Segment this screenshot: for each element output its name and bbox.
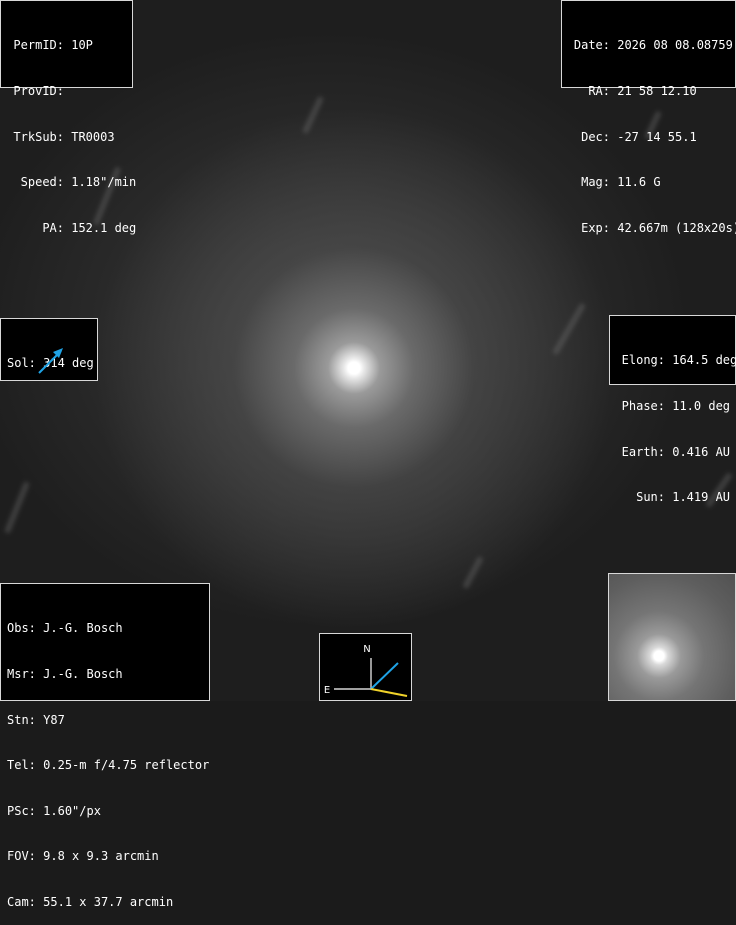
prov-id-row: ProvID: <box>7 84 126 99</box>
msr-row: Msr: J.-G. Bosch <box>7 667 203 682</box>
tel-value: 0.25-m f/4.75 reflector <box>43 758 210 773</box>
geometry-panel: Elong: 164.5 deg Phase: 11.0 deg Earth: … <box>609 315 736 504</box>
mag-value: 11.6 G <box>617 175 661 190</box>
stn-value: Y87 <box>43 712 65 727</box>
elong-value: 164.5 deg <box>672 353 736 368</box>
star-trail <box>3 480 31 535</box>
fov-label: FOV: <box>7 849 36 864</box>
star-trail <box>462 555 484 590</box>
phase-value: 11.0 deg <box>672 399 731 414</box>
cam-value: 55.1 x 37.7 arcmin <box>43 895 174 910</box>
perm-id-label: PermID: <box>13 38 64 53</box>
solar-direction-panel: Sol: 314 deg <box>0 318 98 381</box>
phase-label: Phase: <box>621 399 665 414</box>
fov-row: FOV: 9.8 x 9.3 arcmin <box>7 849 203 864</box>
sun-value: 1.419 AU <box>672 490 731 505</box>
dec-row: Dec: -27 14 55.1 <box>568 130 729 145</box>
mag-label: Mag: <box>581 175 610 190</box>
speed-label: Speed: <box>20 175 64 190</box>
exp-value: 42.667m (128x20s) <box>617 220 736 235</box>
compass-sun-vector <box>370 688 408 697</box>
trk-sub-label: TrkSub: <box>13 129 64 144</box>
compass-north-label: N <box>363 644 370 655</box>
compass-motion-vector <box>370 662 399 690</box>
date-row: Date: 2026 08 08.08759 <box>568 38 733 53</box>
target-info-panel: PermID: 10P ProvID: TrkSub: TR0003 Speed… <box>0 0 136 235</box>
exp-label: Exp: <box>581 220 610 235</box>
speed-row: Speed: 1.18"/min <box>7 175 137 190</box>
star-trail <box>551 302 587 356</box>
stn-label: Stn: <box>7 712 36 727</box>
mag-row: Mag: 11.6 G <box>568 175 729 190</box>
pa-row: PA: 152.1 deg <box>7 220 136 236</box>
cam-row: Cam: 55.1 x 37.7 arcmin <box>7 895 203 910</box>
solar-arrow-icon <box>38 348 63 374</box>
trk-sub-row: TrkSub: TR0003 <box>7 130 126 145</box>
compass-panel: N E <box>319 633 412 701</box>
ra-value: 21 58 12.10 <box>617 84 697 99</box>
date-label: Date: <box>573 38 610 53</box>
psc-row: PSc: 1.60"/px <box>7 804 203 819</box>
cam-label: Cam: <box>7 895 36 910</box>
tel-label: Tel: <box>7 758 36 773</box>
fov-value: 9.8 x 9.3 arcmin <box>43 849 159 864</box>
perm-id-value: 10P <box>71 38 93 53</box>
earth-label: Earth: <box>621 444 665 459</box>
msr-label: Msr: <box>7 667 36 682</box>
compass-icon: N E <box>324 644 408 697</box>
sun-label: Sun: <box>636 490 665 505</box>
star-trail <box>301 95 325 135</box>
dec-value: -27 14 55.1 <box>617 129 697 144</box>
sun-row: Sun: 1.419 AU <box>616 490 731 505</box>
psc-label: PSc: <box>7 803 36 818</box>
obs-row: Obs: J.-G. Bosch <box>7 621 203 636</box>
earth-row: Earth: 0.416 AU <box>616 444 731 460</box>
phase-row: Phase: 11.0 deg <box>616 399 731 414</box>
obs-value: J.-G. Bosch <box>43 621 123 636</box>
date-value: 2026 08 08.08759 <box>617 38 733 53</box>
perm-id-row: PermID: 10P <box>7 38 126 53</box>
ra-label: RA: <box>588 84 610 99</box>
ra-row: RA: 21 58 12.10 <box>568 84 729 99</box>
earth-value: 0.416 AU <box>672 444 731 459</box>
exp-row: Exp: 42.667m (128x20s) <box>568 220 736 236</box>
obs-label: Obs: <box>7 621 36 636</box>
dec-label: Dec: <box>581 129 610 144</box>
stn-row: Stn: Y87 <box>7 713 203 728</box>
elong-row: Elong: 164.5 deg <box>616 353 736 368</box>
prov-id-label: ProvID: <box>13 84 64 99</box>
observation-info-panel: Date: 2026 08 08.08759 RA: 21 58 12.10 D… <box>561 0 736 235</box>
tel-row: Tel: 0.25-m f/4.75 reflector <box>7 758 209 773</box>
compass-east-label: E <box>324 685 330 696</box>
psc-value: 1.60"/px <box>43 803 101 818</box>
pa-label: PA: <box>42 220 64 235</box>
speed-value: 1.18"/min <box>71 175 137 190</box>
pa-value: 152.1 deg <box>71 220 137 235</box>
thumbnail-image <box>608 573 736 701</box>
msr-value: J.-G. Bosch <box>43 667 123 682</box>
station-info-panel: Obs: J.-G. Bosch Msr: J.-G. Bosch Stn: Y… <box>0 583 210 909</box>
elong-label: Elong: <box>621 353 665 368</box>
trk-sub-value: TR0003 <box>71 129 115 144</box>
